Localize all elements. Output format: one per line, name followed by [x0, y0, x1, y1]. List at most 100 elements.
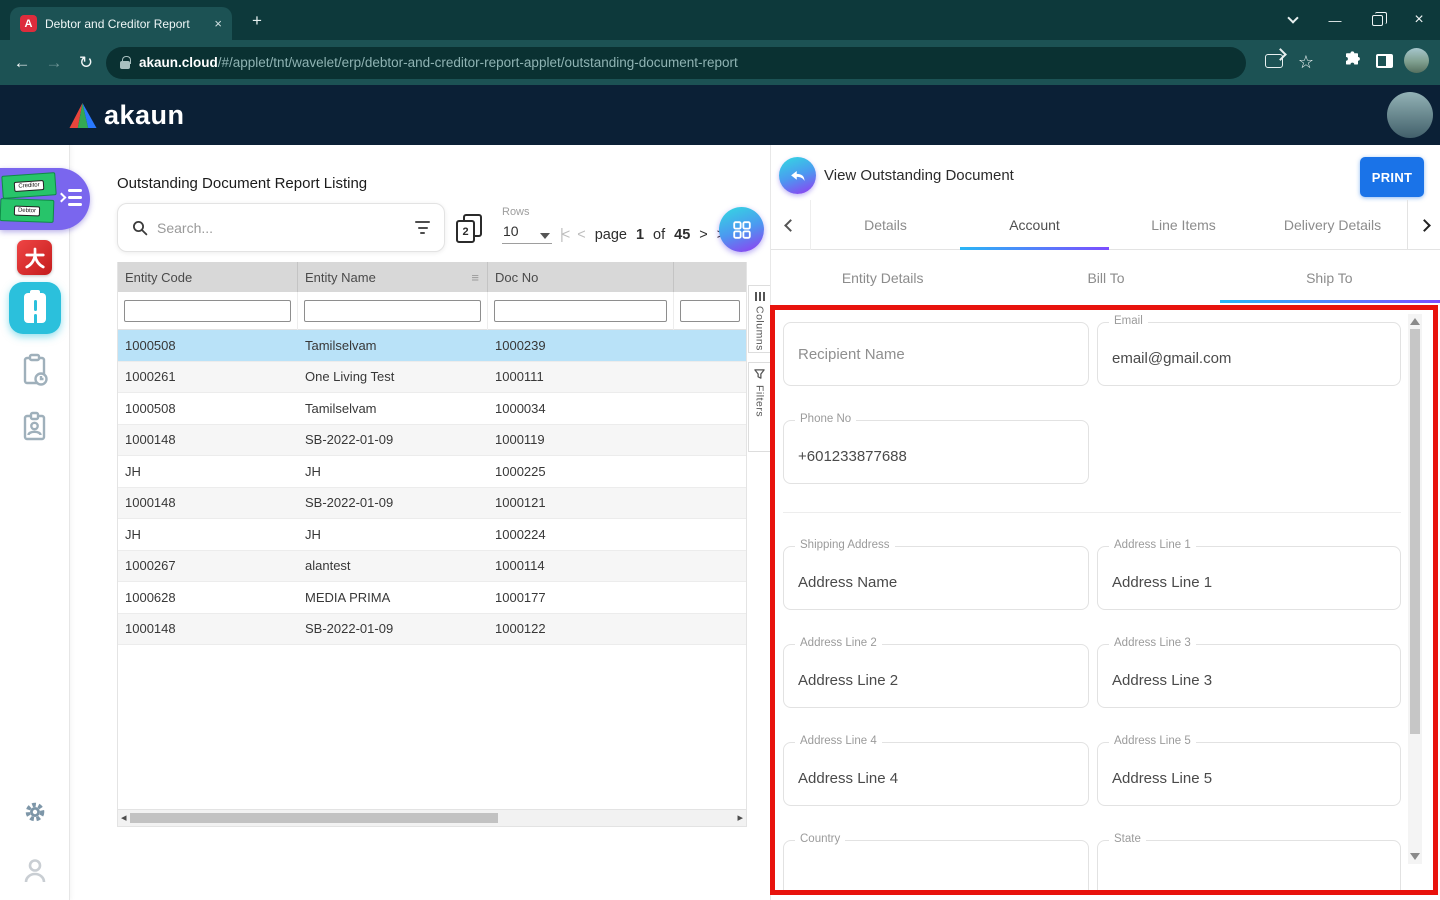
first-page-button[interactable]: |<	[560, 227, 568, 243]
grid-view-button[interactable]	[719, 207, 764, 252]
back-circle-button[interactable]	[779, 157, 816, 194]
menu-open-icon[interactable]	[58, 189, 82, 209]
tab-line-items[interactable]: Line Items	[1109, 200, 1258, 249]
column-header-entity-name[interactable]: Entity Name≡	[298, 262, 488, 292]
recipient-name-field[interactable]: Recipient Name	[783, 322, 1089, 386]
table-cell: 1000508	[118, 338, 298, 353]
extensions-puzzle-icon[interactable]	[1336, 51, 1368, 74]
table-row[interactable]: 1000261One Living Test1000111	[118, 362, 746, 394]
back-button[interactable]: ←	[6, 53, 38, 73]
scroll-right-icon[interactable]: ▸	[737, 811, 743, 824]
settings-gear-icon[interactable]	[23, 800, 47, 829]
vertical-scroll-thumb[interactable]	[1410, 329, 1420, 734]
filter-input-entity-code[interactable]	[124, 300, 291, 322]
table-filter-row	[118, 292, 746, 330]
browser-profile-avatar[interactable]	[1400, 48, 1432, 78]
print-button[interactable]: PRINT	[1360, 157, 1424, 197]
detail-subtab-bar: Entity Details Bill To Ship To	[771, 250, 1440, 305]
address-line-3-field[interactable]: Address Line 3 Address Line 3	[1097, 644, 1401, 708]
subtab-ship-to[interactable]: Ship To	[1218, 250, 1440, 305]
vertical-scrollbar[interactable]	[1408, 314, 1422, 864]
column-header-entity-code[interactable]: Entity Code	[118, 262, 298, 292]
prev-page-button[interactable]: <	[577, 227, 585, 243]
rows-caret-icon[interactable]	[540, 233, 550, 239]
table-row[interactable]: JHJH1000224	[118, 519, 746, 551]
table-cell: One Living Test	[298, 369, 488, 384]
window-minimize-button[interactable]: —	[1314, 0, 1356, 40]
table-cell: 1000148	[118, 432, 298, 447]
user-avatar[interactable]	[1387, 92, 1433, 138]
search-input[interactable]: Search...	[117, 203, 445, 252]
address-bar[interactable]: akaun.cloud/#/applet/tnt/wavelet/erp/deb…	[106, 47, 1246, 79]
table-row[interactable]: 1000628MEDIA PRIMA1000177	[118, 582, 746, 614]
browser-toolbar: ← → ↻ akaun.cloud/#/applet/tnt/wavelet/e…	[0, 40, 1440, 85]
country-field[interactable]: Country	[783, 840, 1089, 895]
horizontal-scrollbar[interactable]: ◂ ▸	[117, 809, 747, 827]
subtab-bill-to[interactable]: Bill To	[994, 250, 1217, 305]
filters-side-tab[interactable]: Filters	[748, 362, 771, 452]
forward-button[interactable]: →	[38, 53, 70, 73]
table-row[interactable]: 1000267alantest1000114	[118, 551, 746, 583]
table-cell: 1000148	[118, 495, 298, 510]
tabs-scroll-right-icon[interactable]	[1407, 200, 1440, 250]
filter-2-icon[interactable]: 2	[456, 214, 482, 243]
table-cell: 1000225	[488, 464, 674, 479]
table-cell: 1000121	[488, 495, 674, 510]
scroll-up-icon[interactable]	[1410, 318, 1420, 325]
window-dropdown-icon[interactable]	[1272, 0, 1314, 40]
table-cell: JH	[118, 464, 298, 479]
tab-details[interactable]: Details	[811, 200, 960, 249]
applet-icon-badge[interactable]	[22, 410, 47, 447]
filter-input-entity-name[interactable]	[304, 300, 481, 322]
next-page-button[interactable]: >	[699, 227, 707, 243]
table-row[interactable]: 1000148SB-2022-01-091000122	[118, 614, 746, 646]
scroll-left-icon[interactable]: ◂	[121, 811, 127, 824]
email-field[interactable]: Email email@gmail.com	[1097, 322, 1401, 386]
search-icon	[132, 220, 148, 236]
tab-close-icon[interactable]: ×	[214, 17, 222, 30]
horizontal-scroll-thumb[interactable]	[130, 813, 498, 823]
tab-account[interactable]: Account	[960, 200, 1109, 249]
tab-delivery-details[interactable]: Delivery Details	[1258, 200, 1407, 249]
table-row[interactable]: 1000148SB-2022-01-091000121	[118, 488, 746, 520]
share-icon[interactable]	[1258, 53, 1290, 73]
browser-tab[interactable]: A Debtor and Creditor Report ×	[10, 7, 232, 40]
window-restore-button[interactable]	[1356, 0, 1398, 40]
search-filter-icon[interactable]	[415, 221, 430, 234]
table-row[interactable]: JHJH1000225	[118, 456, 746, 488]
phone-no-field[interactable]: Phone No +601233877688	[783, 420, 1089, 484]
filter-input-doc-no[interactable]	[494, 300, 667, 322]
address-line-1-field[interactable]: Address Line 1 Address Line 1	[1097, 546, 1401, 610]
window-close-button[interactable]: ×	[1398, 0, 1440, 40]
table-row[interactable]: 1000508Tamilselvam1000034	[118, 393, 746, 425]
table-cell: SB-2022-01-09	[298, 495, 488, 510]
address-line-2-field[interactable]: Address Line 2 Address Line 2	[783, 644, 1089, 708]
bookmark-star-icon[interactable]: ☆	[1290, 52, 1322, 73]
browser-menu-kebab-icon[interactable]: ⋮	[1432, 53, 1440, 73]
column-header-doc-no[interactable]: Doc No	[488, 262, 674, 292]
profile-person-icon[interactable]	[23, 858, 47, 889]
active-applet-pill[interactable]: Creditor Debtor	[0, 168, 90, 230]
subtab-entity-details[interactable]: Entity Details	[771, 250, 994, 305]
column-header-extra[interactable]	[674, 262, 746, 292]
side-panel-icon[interactable]	[1368, 53, 1400, 73]
table-row[interactable]: 1000508Tamilselvam1000239	[118, 330, 746, 362]
column-menu-icon[interactable]: ≡	[471, 270, 479, 285]
table-row[interactable]: 1000148SB-2022-01-091000119	[118, 425, 746, 457]
table-cell: SB-2022-01-09	[298, 621, 488, 636]
shipping-address-field[interactable]: Shipping Address Address Name	[783, 546, 1089, 610]
rows-per-page-select[interactable]: 10	[503, 223, 519, 239]
reload-button[interactable]: ↻	[70, 53, 102, 73]
scroll-down-icon[interactable]	[1410, 853, 1420, 860]
applet-icon-clipboard-active[interactable]	[9, 282, 61, 334]
tabs-scroll-left-icon[interactable]	[771, 200, 811, 250]
applet-icon-clipboard-report[interactable]	[22, 353, 49, 392]
filter-input-extra[interactable]	[680, 300, 740, 322]
new-tab-button[interactable]: +	[246, 10, 268, 32]
columns-side-tab[interactable]: Columns	[748, 285, 771, 353]
highlighted-form-region: Recipient Name Email email@gmail.com Pho…	[770, 305, 1438, 895]
address-line-5-field[interactable]: Address Line 5 Address Line 5	[1097, 742, 1401, 806]
state-field[interactable]: State	[1097, 840, 1401, 895]
applet-icon-red[interactable]	[17, 240, 52, 275]
address-line-4-field[interactable]: Address Line 4 Address Line 4	[783, 742, 1089, 806]
